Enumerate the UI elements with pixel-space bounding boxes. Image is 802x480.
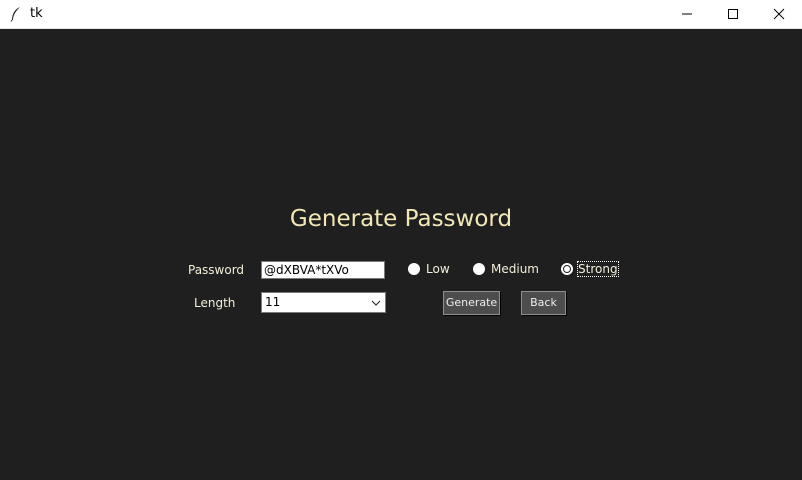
radio-strong[interactable] (561, 263, 573, 275)
maximize-icon (728, 9, 738, 19)
password-field[interactable] (261, 261, 385, 279)
radio-medium-label[interactable]: Medium (491, 262, 539, 276)
length-select-value: 11 (265, 295, 281, 309)
window-client-area (1, 29, 801, 479)
password-label: Password (188, 263, 245, 277)
length-label: Length (194, 296, 236, 310)
minimize-button[interactable] (664, 0, 710, 28)
feather-icon (10, 7, 20, 22)
radio-low[interactable] (408, 263, 420, 275)
maximize-button[interactable] (710, 0, 756, 28)
radio-low-label[interactable]: Low (426, 262, 450, 276)
close-icon (773, 8, 785, 20)
radio-strong-label[interactable]: Strong (577, 261, 619, 277)
page-title: Generate Password (289, 206, 513, 232)
chevron-down-icon[interactable] (369, 296, 383, 310)
radio-medium[interactable] (473, 263, 485, 275)
close-button[interactable] (756, 0, 802, 28)
generate-button[interactable]: Generate (443, 291, 500, 315)
window-title: tk (30, 6, 43, 21)
minimize-icon (682, 13, 692, 15)
back-button[interactable]: Back (521, 291, 566, 315)
title-bar: tk (0, 0, 802, 29)
length-select[interactable]: 11 (261, 292, 386, 313)
